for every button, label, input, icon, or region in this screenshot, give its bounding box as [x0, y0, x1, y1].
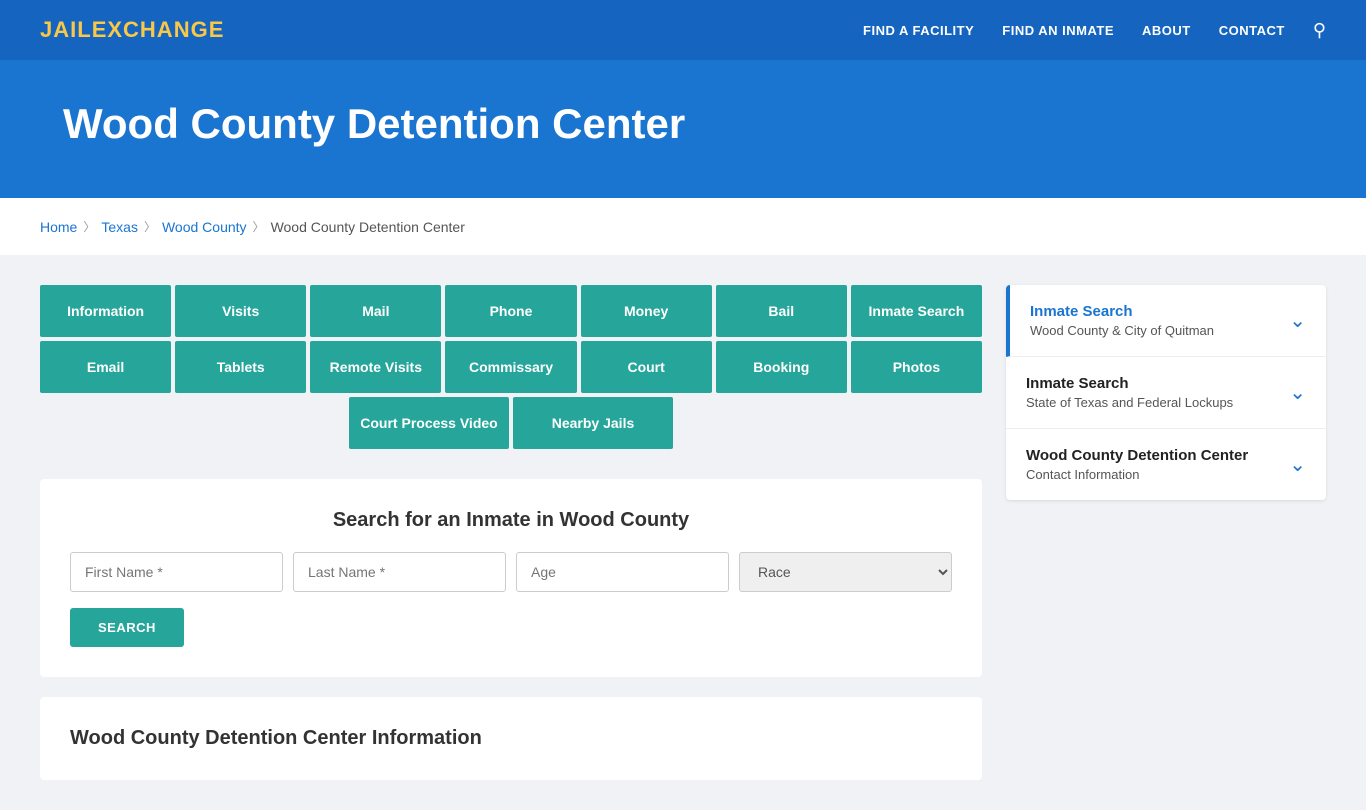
hero-section: Wood County Detention Center: [0, 60, 1366, 198]
main-nav: FIND A FACILITY FIND AN INMATE ABOUT CON…: [863, 20, 1326, 41]
search-race[interactable]: Race White Black Hispanic Asian Other: [739, 552, 952, 592]
sidebar-item-title-1: Inmate Search: [1030, 303, 1214, 320]
page-title: Wood County Detention Center: [63, 100, 1303, 148]
nav-buttons-row3: Court Process Video Nearby Jails: [40, 397, 982, 449]
nav-buttons-row2: Email Tablets Remote Visits Commissary C…: [40, 341, 982, 393]
btn-booking[interactable]: Booking: [716, 341, 847, 393]
logo-exchange: EXCHANGE: [92, 17, 225, 42]
site-header: JAILEXCHANGE FIND A FACILITY FIND AN INM…: [0, 0, 1366, 60]
btn-visits[interactable]: Visits: [175, 285, 306, 337]
btn-tablets[interactable]: Tablets: [175, 341, 306, 393]
btn-remote-visits[interactable]: Remote Visits: [310, 341, 441, 393]
breadcrumb-current: Wood County Detention Center: [271, 219, 465, 235]
search-last-name[interactable]: [293, 552, 506, 592]
site-logo[interactable]: JAILEXCHANGE: [40, 17, 224, 43]
search-first-name[interactable]: [70, 552, 283, 592]
logo-jail: JAIL: [40, 17, 92, 42]
btn-court[interactable]: Court: [581, 341, 712, 393]
btn-commissary[interactable]: Commissary: [445, 341, 576, 393]
btn-nearby-jails[interactable]: Nearby Jails: [513, 397, 673, 449]
btn-bail[interactable]: Bail: [716, 285, 847, 337]
breadcrumb-home[interactable]: Home: [40, 219, 77, 235]
btn-information[interactable]: Information: [40, 285, 171, 337]
search-icon-button[interactable]: ⚲: [1313, 20, 1326, 41]
sidebar-item-subtitle-2: State of Texas and Federal Lockups: [1026, 395, 1233, 410]
sidebar-item-title-2: Inmate Search: [1026, 375, 1233, 392]
chevron-down-icon-2: ⌄: [1289, 380, 1306, 405]
breadcrumb-sep-1: 〉: [83, 218, 95, 235]
info-title: Wood County Detention Center Information: [70, 727, 952, 750]
search-section: Search for an Inmate in Wood County Race…: [40, 479, 982, 677]
sidebar-item-subtitle-3: Contact Information: [1026, 467, 1248, 482]
nav-find-inmate[interactable]: FIND AN INMATE: [1002, 23, 1114, 38]
breadcrumb-texas[interactable]: Texas: [101, 219, 138, 235]
breadcrumb-sep-3: 〉: [253, 218, 265, 235]
nav-contact[interactable]: CONTACT: [1219, 23, 1285, 38]
search-inputs: Race White Black Hispanic Asian Other: [70, 552, 952, 592]
right-sidebar: Inmate Search Wood County & City of Quit…: [1006, 285, 1326, 500]
breadcrumb: Home 〉 Texas 〉 Wood County 〉 Wood County…: [0, 198, 1366, 255]
sidebar-item-inmate-search-local[interactable]: Inmate Search Wood County & City of Quit…: [1006, 285, 1326, 357]
sidebar-item-title-3: Wood County Detention Center: [1026, 447, 1248, 464]
sidebar-item-contact-info[interactable]: Wood County Detention Center Contact Inf…: [1006, 429, 1326, 500]
left-column: Information Visits Mail Phone Money Bail…: [40, 285, 982, 780]
sidebar-item-inmate-search-state[interactable]: Inmate Search State of Texas and Federal…: [1006, 357, 1326, 429]
breadcrumb-wood-county[interactable]: Wood County: [162, 219, 247, 235]
btn-inmate-search[interactable]: Inmate Search: [851, 285, 982, 337]
breadcrumb-sep-2: 〉: [144, 218, 156, 235]
btn-phone[interactable]: Phone: [445, 285, 576, 337]
search-age[interactable]: [516, 552, 729, 592]
search-button[interactable]: SEARCH: [70, 608, 184, 647]
chevron-down-icon-1: ⌄: [1289, 308, 1306, 333]
btn-money[interactable]: Money: [581, 285, 712, 337]
btn-mail[interactable]: Mail: [310, 285, 441, 337]
nav-buttons-row1: Information Visits Mail Phone Money Bail…: [40, 285, 982, 337]
content-area: Information Visits Mail Phone Money Bail…: [0, 255, 1366, 810]
sidebar-card: Inmate Search Wood County & City of Quit…: [1006, 285, 1326, 500]
sidebar-item-subtitle-1: Wood County & City of Quitman: [1030, 323, 1214, 338]
search-title: Search for an Inmate in Wood County: [70, 509, 952, 532]
btn-email[interactable]: Email: [40, 341, 171, 393]
chevron-down-icon-3: ⌄: [1289, 452, 1306, 477]
btn-court-process-video[interactable]: Court Process Video: [349, 397, 509, 449]
nav-find-facility[interactable]: FIND A FACILITY: [863, 23, 974, 38]
nav-about[interactable]: ABOUT: [1142, 23, 1191, 38]
btn-photos[interactable]: Photos: [851, 341, 982, 393]
